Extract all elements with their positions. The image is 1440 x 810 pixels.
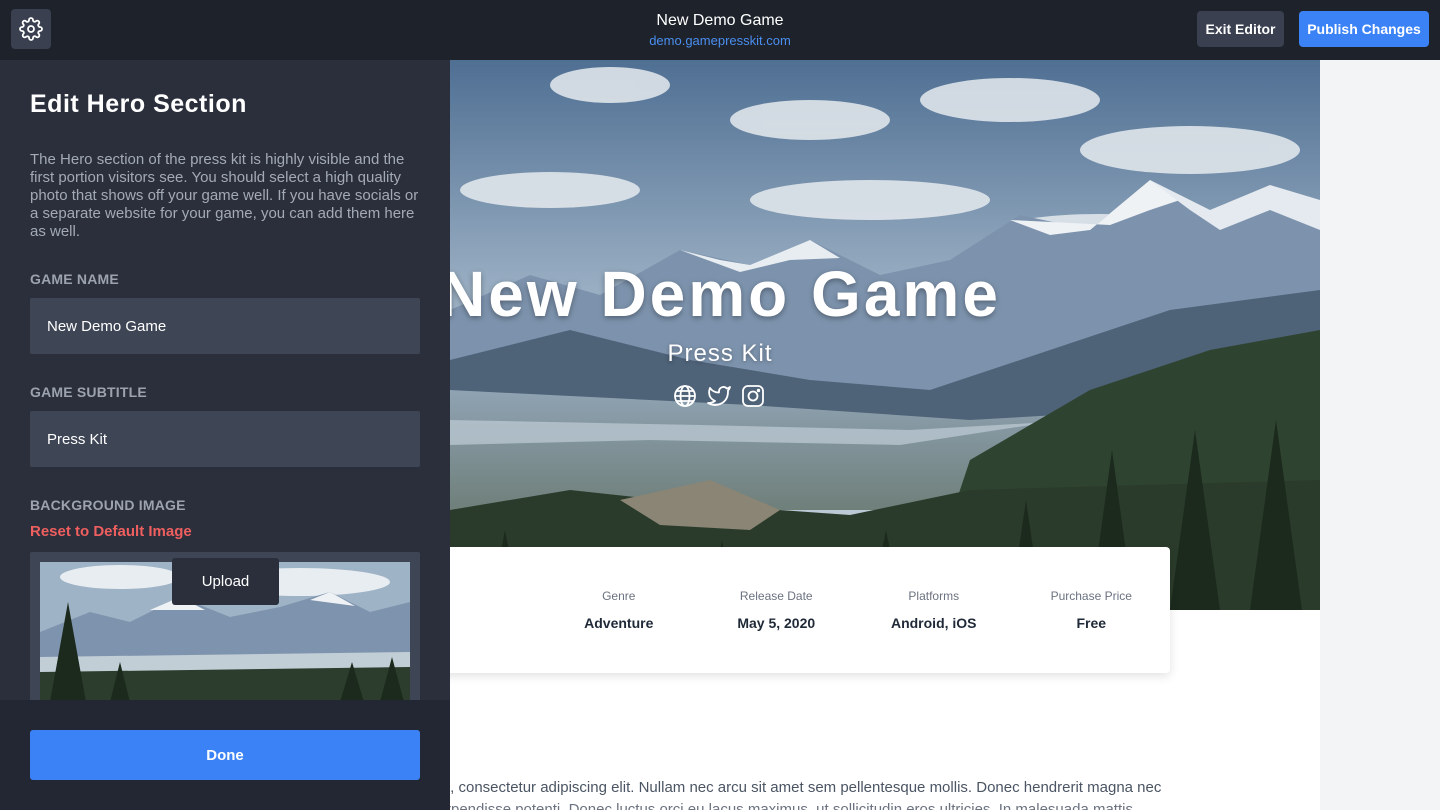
info-label: Release Date [739, 589, 813, 603]
info-release-date: Release Date May 5, 2020 [698, 547, 856, 673]
twitter-icon[interactable] [707, 384, 731, 408]
info-label: Platforms [908, 589, 960, 603]
game-name-label: GAME NAME [30, 271, 119, 287]
hero-title: New Demo Game [450, 258, 1001, 330]
edit-hero-panel: Edit Hero Section The Hero section of th… [0, 60, 450, 810]
info-label: Genre [602, 589, 636, 603]
info-value: Adventure [584, 615, 654, 631]
instagram-icon[interactable] [741, 384, 765, 408]
panel-title: Edit Hero Section [30, 90, 247, 118]
panel-description: The Hero section of the press kit is hig… [30, 151, 419, 240]
hero-social-links [673, 384, 765, 408]
top-bar: New Demo Game demo.gamepresskit.com Exit… [0, 0, 1440, 60]
globe-icon[interactable] [673, 384, 697, 408]
hero-section[interactable]: New Demo Game Press Kit [450, 60, 1320, 610]
background-image-label: BACKGROUND IMAGE [30, 497, 186, 513]
description-text-2: rpendisse potenti. Donec luctus orci eu … [450, 801, 1133, 810]
exit-editor-button[interactable]: Exit Editor [1197, 11, 1284, 47]
upload-button[interactable]: Upload [172, 558, 279, 605]
info-platforms: Platforms Android, iOS [855, 547, 1013, 673]
press-kit-preview: New Demo Game Press Kit Genre Adventure [450, 60, 1320, 810]
reset-default-image-link[interactable]: Reset to Default Image [30, 523, 192, 540]
site-url-link[interactable]: demo.gamepresskit.com [520, 32, 920, 50]
info-value: Free [1076, 615, 1107, 631]
game-subtitle-label: GAME SUBTITLE [30, 384, 147, 400]
info-value: Android, iOS [890, 615, 977, 631]
game-info-card[interactable]: Genre Adventure Release Date May 5, 2020… [450, 547, 1170, 673]
site-title: New Demo Game [656, 12, 784, 29]
info-genre: Genre Adventure [540, 547, 698, 673]
preview-gutter [1320, 60, 1440, 810]
settings-button[interactable] [11, 9, 51, 49]
game-subtitle-input[interactable] [30, 411, 420, 467]
info-label: Purchase Price [1050, 589, 1132, 603]
info-purchase-price: Purchase Price Free [1013, 547, 1171, 673]
description-text: t, consectetur adipiscing elit. Nullam n… [450, 779, 1162, 796]
done-button[interactable]: Done [30, 730, 420, 780]
game-name-input[interactable] [30, 298, 420, 354]
site-header: New Demo Game demo.gamepresskit.com [520, 11, 920, 50]
hero-background-image [450, 60, 1320, 610]
panel-footer: Done [0, 700, 450, 810]
hero-subtitle: Press Kit [667, 340, 773, 367]
info-value: May 5, 2020 [737, 615, 816, 631]
publish-changes-button[interactable]: Publish Changes [1299, 11, 1429, 47]
gear-icon [19, 17, 43, 41]
